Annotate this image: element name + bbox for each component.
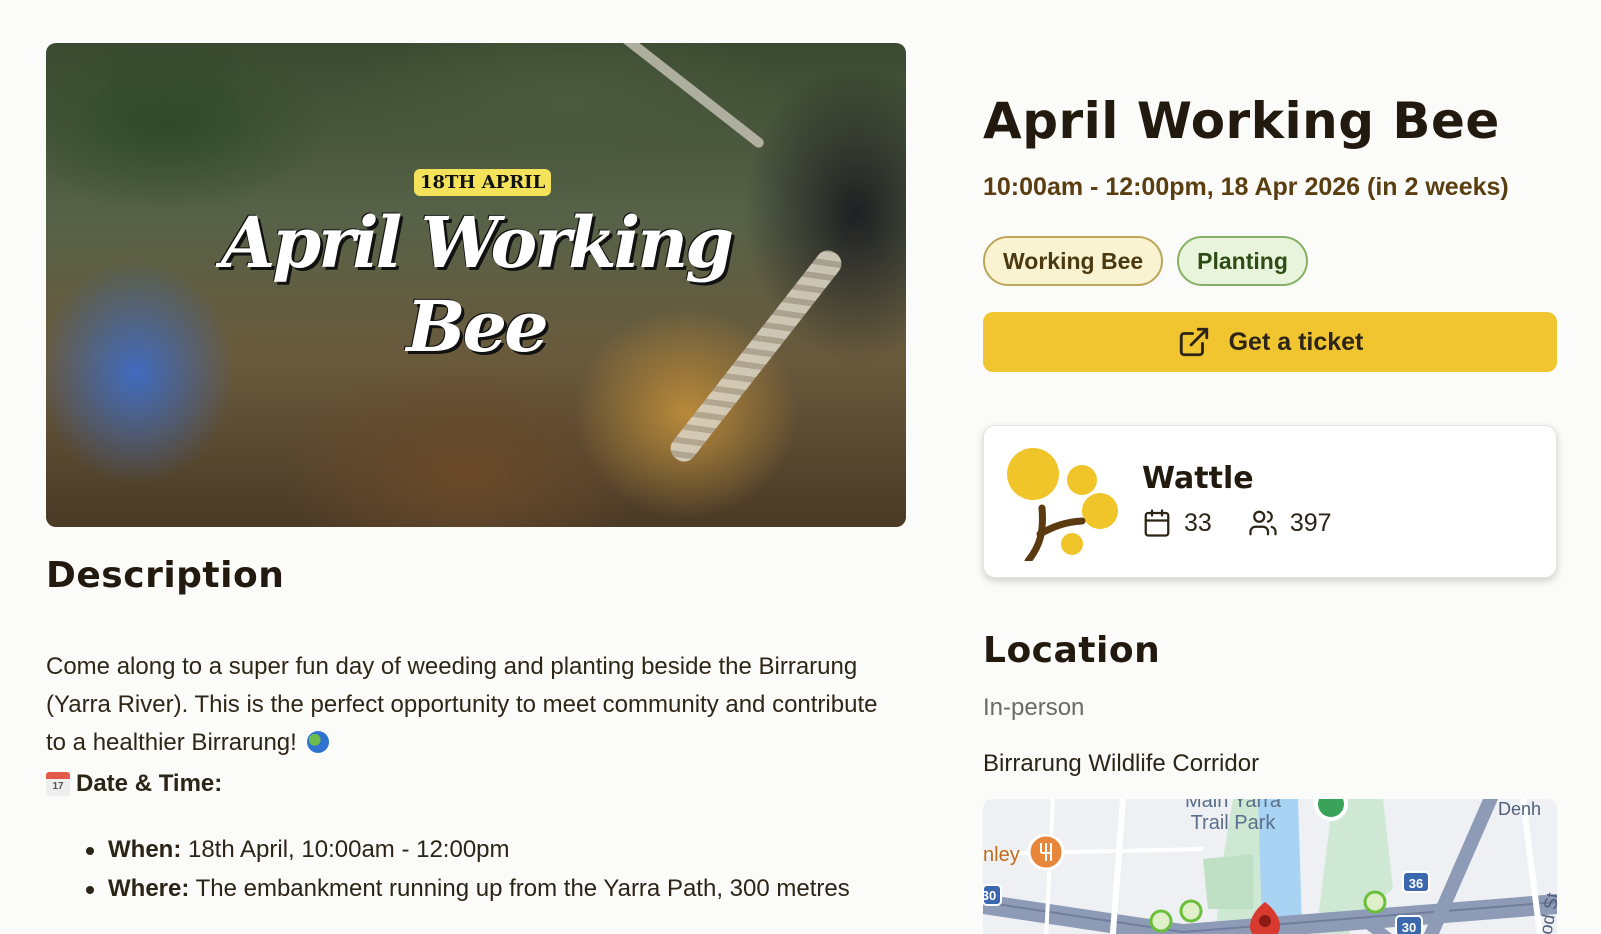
description-body: Come along to a super fun day of weeding…: [46, 648, 886, 762]
map-canvas: Main Yarra Trail Park nley Denh 36 30 30…: [983, 799, 1557, 934]
list-item-value: The embankment running up from the Yarra…: [195, 875, 850, 902]
organizer-card[interactable]: Wattle 33 397: [983, 425, 1557, 578]
datetime-list: When: 18th April, 10:00am - 12:00pm Wher…: [86, 830, 886, 908]
route-30-label: 30: [983, 888, 996, 903]
users-icon: [1249, 510, 1277, 536]
tag-planting[interactable]: Planting: [1177, 236, 1308, 286]
organizer-followers-count: 397: [1289, 508, 1332, 537]
location-type: In-person: [983, 694, 1085, 721]
tag-working-bee[interactable]: Working Bee: [983, 236, 1164, 286]
organizer-events-count: 33: [1184, 508, 1212, 537]
list-item: Where: The embankment running up from th…: [86, 869, 886, 908]
transit-stop-icon[interactable]: [1179, 899, 1203, 923]
transit-stop-icon[interactable]: [1363, 890, 1387, 914]
route-30b-label: 30: [1402, 920, 1416, 934]
map-label-park-1: Main Yarra: [1185, 799, 1282, 812]
map-label-park-2: Trail Park: [1191, 812, 1277, 834]
list-item-label: Where:: [108, 875, 190, 902]
map-park-area: [1203, 854, 1253, 909]
globe-icon: [307, 731, 330, 753]
datetime-heading-text: Date & Time:: [76, 770, 223, 797]
event-cover-image: 18TH APRIL April Working Bee: [46, 43, 906, 527]
datetime-heading: 17 Date & Time:: [46, 770, 222, 798]
event-title: April Working Bee: [983, 92, 1500, 150]
list-item-value: 18th April, 10:00am - 12:00pm: [187, 836, 510, 863]
hero-title: April Working Bee: [196, 201, 756, 369]
get-ticket-label: Get a ticket: [1228, 327, 1364, 356]
event-tags: Working Bee Planting: [983, 236, 1308, 286]
hero-title-line2: Bee: [406, 285, 548, 368]
wattle-logo-icon: [1007, 448, 1118, 561]
organizer-events-stat: 33: [1142, 508, 1212, 538]
calendar-emoji-icon: 17: [46, 772, 70, 796]
external-link-icon: [1179, 327, 1208, 357]
route-36-label: 36: [1409, 876, 1423, 891]
organizer-followers-stat: 397: [1248, 508, 1332, 538]
hero-branch-shape: [586, 43, 766, 150]
organizer-stats: 33 397: [1142, 508, 1368, 538]
hero-date-badge: 18TH APRIL: [414, 169, 552, 196]
map-label-restaurant: nley: [983, 844, 1020, 866]
location-name: Birrarung Wildlife Corridor: [983, 750, 1260, 777]
location-map[interactable]: Main Yarra Trail Park nley Denh 36 30 30…: [983, 799, 1557, 934]
list-item-label: When:: [108, 836, 182, 863]
description-heading: Description: [46, 555, 285, 596]
event-datetime: 10:00am - 12:00pm, 18 Apr 2026 (in 2 wee…: [983, 173, 1509, 201]
list-item: When: 18th April, 10:00am - 12:00pm: [86, 830, 886, 869]
get-ticket-button[interactable]: Get a ticket: [983, 312, 1557, 372]
transit-stop-icon[interactable]: [1149, 909, 1173, 933]
map-label-street-right: Denh: [1498, 799, 1541, 819]
location-heading: Location: [983, 630, 1161, 671]
hero-title-line1: April Working: [220, 201, 734, 284]
organizer-name: Wattle: [1142, 461, 1254, 496]
description-text: Come along to a super fun day of weeding…: [46, 653, 878, 756]
calendar-icon: [1144, 509, 1170, 537]
